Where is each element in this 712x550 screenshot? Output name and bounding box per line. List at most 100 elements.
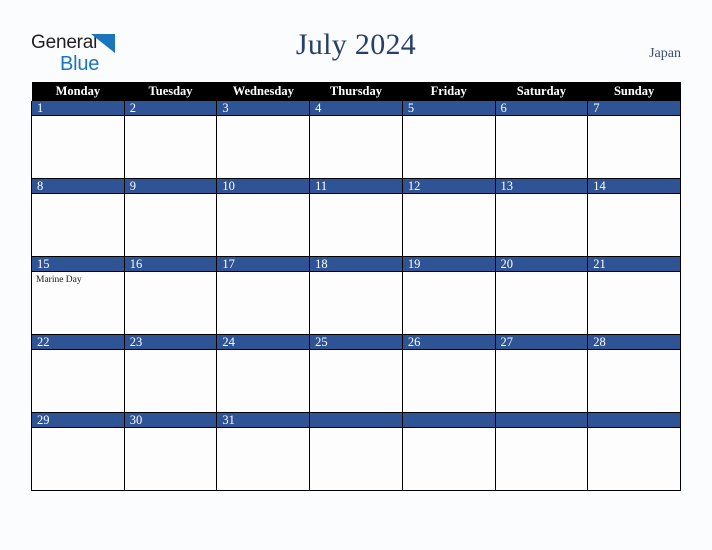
day-body[interactable] <box>125 350 217 411</box>
calendar-week-row: 8 9 10 11 12 13 14 <box>31 178 681 257</box>
day-number: 20 <box>495 257 588 272</box>
day-cell[interactable]: 21 <box>587 256 681 335</box>
day-cell[interactable]: 7 <box>587 101 681 179</box>
day-number: 5 <box>402 101 495 116</box>
day-cell[interactable]: 13 <box>494 178 589 257</box>
day-body[interactable] <box>310 194 402 255</box>
day-cell-empty[interactable] <box>401 412 496 491</box>
day-body[interactable] <box>310 428 402 489</box>
day-number: 2 <box>124 101 217 116</box>
day-cell[interactable]: 2 <box>123 101 218 179</box>
page-header: General Blue July 2024 Japan <box>0 0 712 80</box>
day-cell[interactable]: 20 <box>494 256 589 335</box>
day-cell[interactable]: 27 <box>494 334 589 413</box>
day-body[interactable] <box>310 350 402 411</box>
day-number: 18 <box>310 257 402 272</box>
day-cell[interactable]: 22 <box>31 334 125 413</box>
day-cell[interactable]: 29 <box>31 412 125 491</box>
day-cell[interactable]: 19 <box>401 256 496 335</box>
day-number: 28 <box>588 335 680 350</box>
day-cell[interactable]: 16 <box>123 256 218 335</box>
day-cell-empty[interactable] <box>309 412 403 491</box>
day-cell[interactable]: 5 <box>401 101 496 179</box>
day-cell[interactable]: 24 <box>216 334 311 413</box>
day-body[interactable] <box>310 272 402 333</box>
day-cell[interactable]: 14 <box>587 178 681 257</box>
day-body[interactable] <box>32 428 124 489</box>
day-body[interactable] <box>125 116 217 177</box>
day-cell[interactable]: 15 Marine Day <box>31 256 125 335</box>
day-cell[interactable]: 30 <box>123 412 218 491</box>
day-cell-empty[interactable] <box>587 412 681 491</box>
day-body[interactable] <box>403 116 495 177</box>
day-cell[interactable]: 28 <box>587 334 681 413</box>
day-cell[interactable]: 12 <box>401 178 496 257</box>
day-cell[interactable]: 10 <box>216 178 311 257</box>
day-body[interactable]: Marine Day <box>32 272 124 333</box>
day-number: 19 <box>402 257 495 272</box>
day-body[interactable] <box>217 428 309 489</box>
day-body[interactable] <box>496 272 588 333</box>
calendar-week-row: 29 30 31 <box>31 412 681 491</box>
day-body[interactable] <box>588 116 680 177</box>
day-cell[interactable]: 17 <box>216 256 311 335</box>
day-body[interactable] <box>588 428 680 489</box>
calendar-page: General Blue July 2024 Japan Monday Tues… <box>0 0 712 550</box>
day-number: 9 <box>124 179 217 194</box>
day-cell[interactable]: 3 <box>216 101 311 179</box>
day-cell-empty[interactable] <box>494 412 589 491</box>
day-cell[interactable]: 8 <box>31 178 125 257</box>
day-body[interactable] <box>217 272 309 333</box>
day-number: 1 <box>32 101 124 116</box>
day-body[interactable] <box>496 194 588 255</box>
day-cell[interactable]: 9 <box>123 178 218 257</box>
weekday-header-saturday: Saturday <box>495 82 588 101</box>
day-cell[interactable]: 1 <box>31 101 125 179</box>
day-cell[interactable]: 23 <box>123 334 218 413</box>
day-body[interactable] <box>32 194 124 255</box>
day-body[interactable] <box>496 350 588 411</box>
day-number: 25 <box>310 335 402 350</box>
weekday-header-wednesday: Wednesday <box>216 82 310 101</box>
day-body[interactable] <box>125 272 217 333</box>
day-cell[interactable]: 4 <box>309 101 403 179</box>
day-cell[interactable]: 6 <box>494 101 589 179</box>
day-number: 29 <box>32 413 124 428</box>
day-body[interactable] <box>588 194 680 255</box>
day-cell[interactable]: 26 <box>401 334 496 413</box>
day-number <box>495 413 588 428</box>
day-body[interactable] <box>588 350 680 411</box>
day-body[interactable] <box>403 428 495 489</box>
day-cell[interactable]: 11 <box>309 178 403 257</box>
day-cell[interactable]: 25 <box>309 334 403 413</box>
day-number: 4 <box>310 101 402 116</box>
day-cell[interactable]: 18 <box>309 256 403 335</box>
day-number: 3 <box>217 101 310 116</box>
day-cell[interactable]: 31 <box>216 412 311 491</box>
day-body[interactable] <box>217 194 309 255</box>
weekday-header-friday: Friday <box>402 82 496 101</box>
weekday-header-thursday: Thursday <box>309 82 403 101</box>
day-body[interactable] <box>125 428 217 489</box>
day-body[interactable] <box>496 116 588 177</box>
day-body[interactable] <box>125 194 217 255</box>
day-body[interactable] <box>403 272 495 333</box>
calendar-grid: Monday Tuesday Wednesday Thursday Friday… <box>31 82 681 491</box>
day-number: 24 <box>217 335 310 350</box>
day-number: 22 <box>32 335 124 350</box>
day-body[interactable] <box>32 350 124 411</box>
day-number: 30 <box>124 413 217 428</box>
calendar-week-row: 1 2 3 4 5 6 7 <box>31 101 681 179</box>
day-body[interactable] <box>403 194 495 255</box>
day-number: 21 <box>588 257 680 272</box>
day-body[interactable] <box>496 428 588 489</box>
day-body[interactable] <box>217 116 309 177</box>
day-number: 15 <box>32 257 124 272</box>
day-body[interactable] <box>403 350 495 411</box>
day-body[interactable] <box>32 116 124 177</box>
day-body[interactable] <box>217 350 309 411</box>
day-number: 17 <box>217 257 310 272</box>
day-number: 16 <box>124 257 217 272</box>
day-body[interactable] <box>588 272 680 333</box>
day-body[interactable] <box>310 116 402 177</box>
